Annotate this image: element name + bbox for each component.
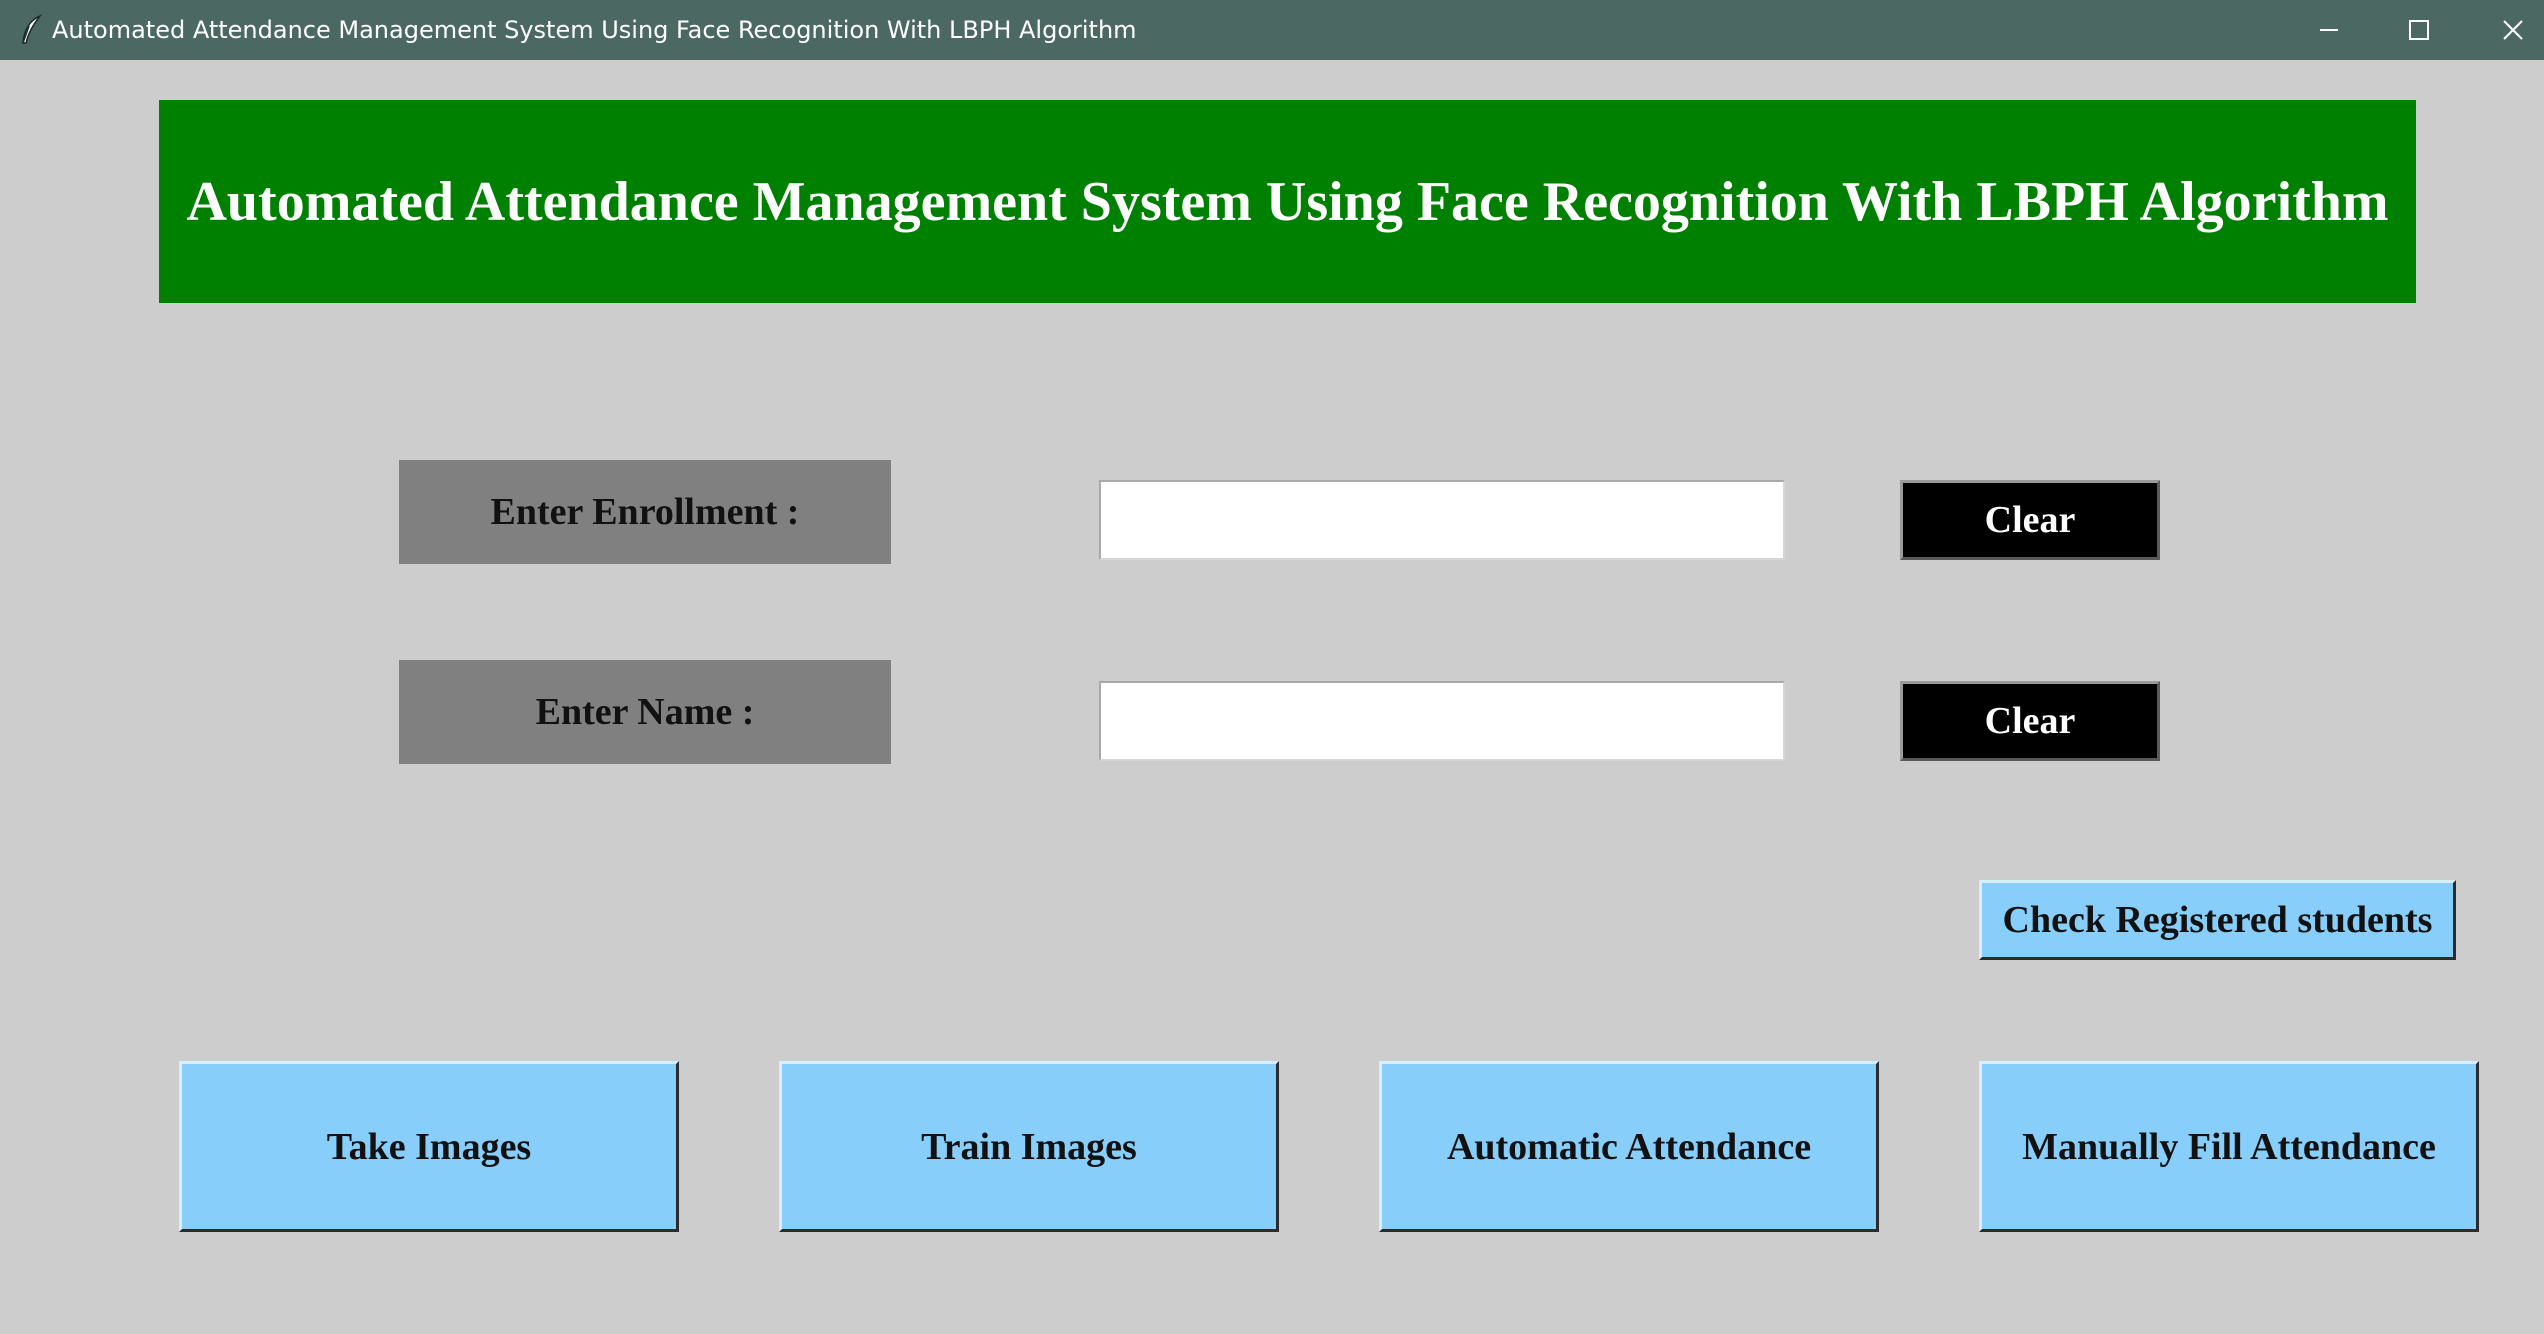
clear-enrollment-button[interactable]: Clear <box>1900 480 2160 560</box>
clear-name-button[interactable]: Clear <box>1900 681 2160 761</box>
maximize-button[interactable] <box>2374 0 2464 60</box>
window-titlebar: Automated Attendance Management System U… <box>0 0 2544 60</box>
close-button[interactable] <box>2468 0 2544 60</box>
name-input[interactable] <box>1099 681 1785 761</box>
take-images-button[interactable]: Take Images <box>179 1061 679 1232</box>
check-registered-students-button[interactable]: Check Registered students <box>1979 880 2456 960</box>
enrollment-input[interactable] <box>1099 480 1785 560</box>
header-banner: Automated Attendance Management System U… <box>159 100 2416 303</box>
enrollment-label: Enter Enrollment : <box>399 460 891 564</box>
manual-attendance-button[interactable]: Manually Fill Attendance <box>1979 1061 2479 1232</box>
feather-icon <box>18 14 44 46</box>
minimize-icon <box>2318 19 2340 41</box>
minimize-button[interactable] <box>2284 0 2374 60</box>
close-icon <box>2502 19 2524 41</box>
name-label: Enter Name : <box>399 660 891 764</box>
train-images-button[interactable]: Train Images <box>779 1061 1279 1232</box>
window-title: Automated Attendance Management System U… <box>52 16 1137 44</box>
automatic-attendance-button[interactable]: Automatic Attendance <box>1379 1061 1879 1232</box>
maximize-icon <box>2408 19 2430 41</box>
banner-title: Automated Attendance Management System U… <box>186 170 2389 233</box>
